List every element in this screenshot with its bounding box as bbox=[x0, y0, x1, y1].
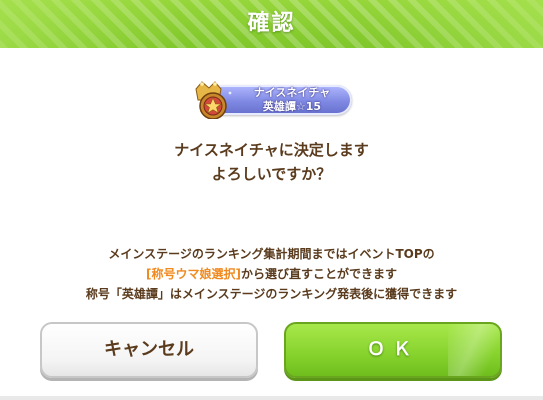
note-line-3: 称号「英雄譚」はメインステージのランキング発表後に獲得できます bbox=[85, 287, 458, 301]
crown-emblem-icon bbox=[193, 81, 232, 119]
confirm-question: ナイスネイチャに決定します よろしいですか？ bbox=[0, 138, 543, 186]
badge-rank: 英雄譚☆15 bbox=[262, 100, 322, 113]
cancel-button[interactable]: キャンセル bbox=[40, 322, 258, 378]
ok-button-label: ＯＫ bbox=[367, 339, 419, 360]
note-line-1: メインステージのランキング集計期間まではイベントTOPの bbox=[108, 247, 435, 261]
note-line-2: [称号ウマ娘選択]から選び直すことができます bbox=[0, 264, 543, 284]
ok-button[interactable]: ＯＫ bbox=[284, 322, 502, 378]
notes-text: メインステージのランキング集計期間まではイベントTOPの [称号ウマ娘選択]から… bbox=[0, 244, 543, 304]
note-line-2-rest: から選び直すことができます bbox=[240, 267, 397, 281]
badge-name: ナイスネイチャ bbox=[253, 86, 331, 99]
dialog-bottom-border bbox=[0, 396, 543, 400]
title-badge: ナイスネイチャ 英雄譚☆15 bbox=[190, 81, 354, 119]
question-line-2: よろしいですか？ bbox=[211, 165, 332, 183]
cancel-button-label: キャンセル bbox=[104, 339, 194, 360]
title-select-link: [称号ウマ娘選択] bbox=[146, 267, 241, 281]
question-line-1: ナイスネイチャに決定します bbox=[174, 141, 369, 159]
dialog-header: 確認 bbox=[0, 0, 543, 48]
dialog-title: 確認 bbox=[247, 11, 296, 36]
confirmation-dialog: 確認 ナイスネイチャ 英雄譚☆15 ナイスネイチャに決定します よろしいですか？… bbox=[0, 0, 543, 400]
